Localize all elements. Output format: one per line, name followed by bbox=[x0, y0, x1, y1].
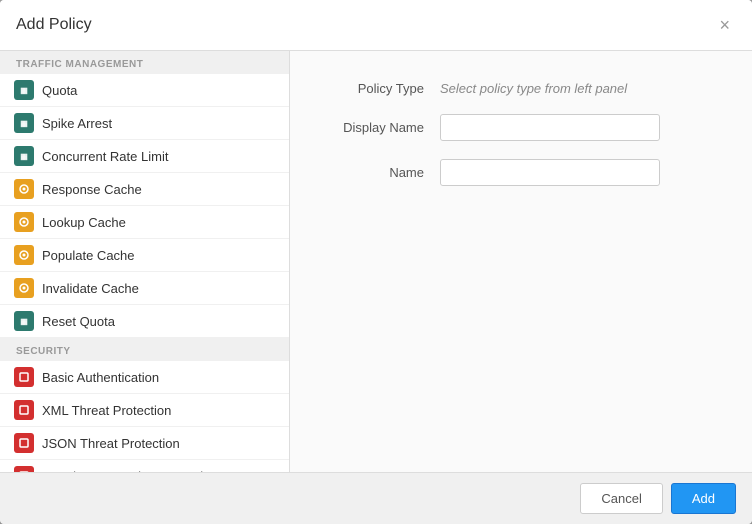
policy-item[interactable]: ▦ Reset Quota bbox=[0, 305, 289, 338]
policy-item-icon bbox=[14, 278, 34, 298]
policy-item-label: Spike Arrest bbox=[42, 116, 112, 131]
display-name-label: Display Name bbox=[330, 120, 440, 135]
policy-item-icon bbox=[14, 179, 34, 199]
policy-type-label: Policy Type bbox=[330, 81, 440, 96]
policy-item-label: Response Cache bbox=[42, 182, 142, 197]
policy-item-icon bbox=[14, 433, 34, 453]
right-panel: Policy Type Select policy type from left… bbox=[290, 51, 752, 472]
section-header: SECURITY bbox=[0, 338, 289, 361]
add-button[interactable]: Add bbox=[671, 483, 736, 514]
name-label: Name bbox=[330, 165, 440, 180]
modal-footer: Cancel Add bbox=[0, 472, 752, 524]
add-policy-modal: Add Policy × TRAFFIC MANAGEMENT ▦ Quota ▦ Sp… bbox=[0, 0, 752, 524]
left-panel: TRAFFIC MANAGEMENT ▦ Quota ▦ Spike Arrest ▦ Co… bbox=[0, 51, 290, 472]
policy-item-label: Lookup Cache bbox=[42, 215, 126, 230]
policy-type-value: Select policy type from left panel bbox=[440, 81, 627, 96]
policy-item[interactable]: Response Cache bbox=[0, 173, 289, 206]
policy-item[interactable]: XML Threat Protection bbox=[0, 394, 289, 427]
display-name-row: Display Name bbox=[330, 114, 712, 141]
close-button[interactable]: × bbox=[713, 14, 736, 36]
policy-item-label: Quota bbox=[42, 83, 77, 98]
policy-item[interactable]: Populate Cache bbox=[0, 239, 289, 272]
policy-item-icon bbox=[14, 245, 34, 265]
policy-item-label: XML Threat Protection bbox=[42, 403, 171, 418]
cancel-button[interactable]: Cancel bbox=[580, 483, 662, 514]
policy-item-icon bbox=[14, 367, 34, 387]
policy-item-icon: ▦ bbox=[14, 80, 34, 100]
policy-item-icon: ▦ bbox=[14, 311, 34, 331]
policy-item-label: Invalidate Cache bbox=[42, 281, 139, 296]
policy-item[interactable]: ▦ Concurrent Rate Limit bbox=[0, 140, 289, 173]
section-header: TRAFFIC MANAGEMENT bbox=[0, 51, 289, 74]
svg-text:▦: ▦ bbox=[20, 152, 28, 161]
policy-item-label: Reset Quota bbox=[42, 314, 115, 329]
policy-item-icon: ▦ bbox=[14, 113, 34, 133]
policy-item[interactable]: ▦ Quota bbox=[0, 74, 289, 107]
policy-item-icon bbox=[14, 212, 34, 232]
name-input[interactable] bbox=[440, 159, 660, 186]
name-row: Name bbox=[330, 159, 712, 186]
policy-item[interactable]: ▦ Spike Arrest bbox=[0, 107, 289, 140]
svg-text:▦: ▦ bbox=[20, 86, 28, 95]
policy-type-row: Policy Type Select policy type from left… bbox=[330, 81, 712, 96]
modal-title: Add Policy bbox=[16, 16, 92, 34]
modal-header: Add Policy × bbox=[0, 0, 752, 51]
policy-item[interactable]: JSON Threat Protection bbox=[0, 427, 289, 460]
policy-item-label: Populate Cache bbox=[42, 248, 135, 263]
svg-text:▦: ▦ bbox=[20, 119, 28, 128]
policy-item-label: Concurrent Rate Limit bbox=[42, 149, 168, 164]
policy-item-icon: ▦ bbox=[14, 146, 34, 166]
svg-text:▦: ▦ bbox=[20, 317, 28, 326]
policy-item-label: JSON Threat Protection bbox=[42, 436, 180, 451]
modal-body: TRAFFIC MANAGEMENT ▦ Quota ▦ Spike Arrest ▦ Co… bbox=[0, 51, 752, 472]
policy-item[interactable]: Lookup Cache bbox=[0, 206, 289, 239]
policy-item[interactable]: Regular Expression Protection bbox=[0, 460, 289, 472]
policy-item-label: Basic Authentication bbox=[42, 370, 159, 385]
policy-item[interactable]: Invalidate Cache bbox=[0, 272, 289, 305]
policy-item-icon bbox=[14, 400, 34, 420]
policy-item[interactable]: Basic Authentication bbox=[0, 361, 289, 394]
display-name-input[interactable] bbox=[440, 114, 660, 141]
